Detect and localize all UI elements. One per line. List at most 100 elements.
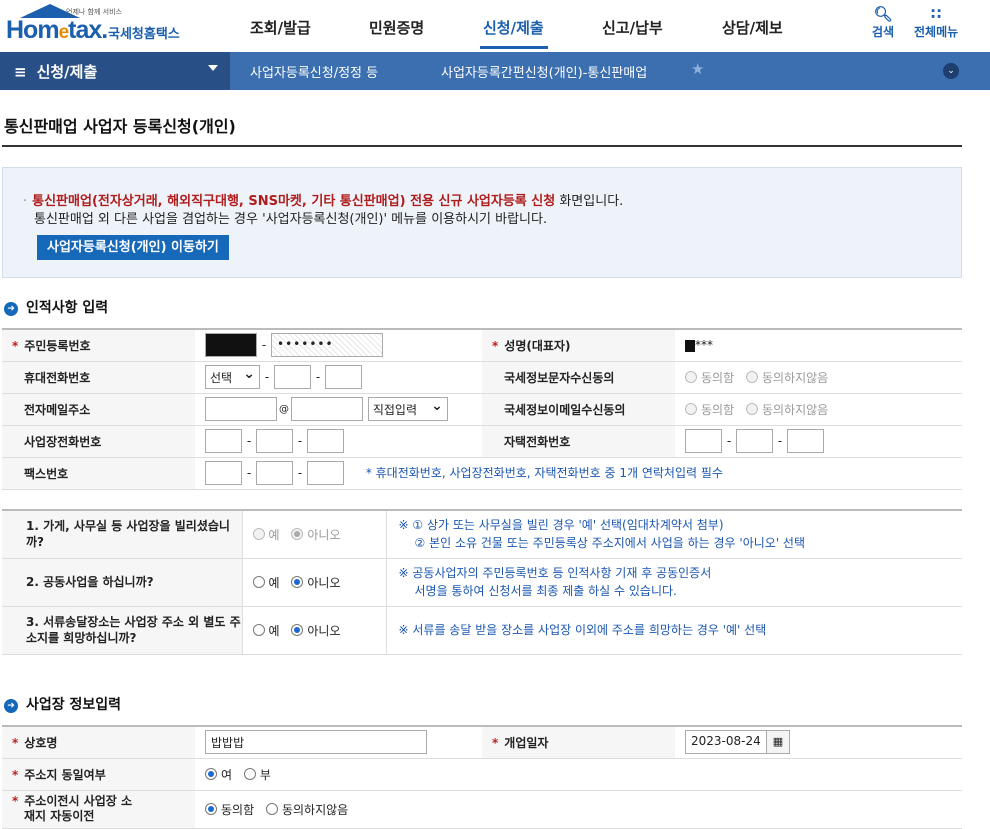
notice-line1-tail: 화면입니다. (555, 194, 624, 209)
email-disagree-radio[interactable] (745, 402, 758, 415)
breadcrumb-item-1[interactable]: 사업자등록신청/정정 등 (250, 62, 378, 81)
table-row: 사업장전화번호 -- 자택전화번호 -- (2, 425, 962, 458)
question-3-yes-radio[interactable] (252, 623, 265, 636)
question-1-yes-label: 예 (268, 527, 280, 542)
homephone-label-cell: 자택전화번호 (482, 425, 675, 458)
same-address-no-radio[interactable] (243, 767, 256, 780)
question-1-no-radio[interactable] (291, 527, 304, 540)
auto-move-cell: 동의함 동의하지않음 (195, 790, 962, 829)
mobile-last-input[interactable] (325, 365, 362, 389)
sms-agree-radio[interactable] (685, 370, 697, 383)
title-divider (2, 145, 962, 147)
homephone-3-input[interactable] (787, 429, 824, 453)
fax-label-cell: 팩스번호 (2, 457, 195, 490)
auto-move-agree-label: 동의함 (221, 802, 255, 817)
question-2-options: 예 아니오 (241, 558, 386, 607)
auto-move-label: 주소이전시 사업장 소재지 자동이전 (24, 794, 132, 823)
logo-wordmark: Hometax. (6, 16, 108, 45)
auto-move-disagree-radio[interactable] (265, 802, 278, 815)
bizphone-3-input[interactable] (307, 429, 344, 453)
rrn-back-input[interactable]: ••••••• (271, 333, 383, 358)
trade-name-input[interactable]: 밥밥밥 (205, 730, 427, 755)
same-address-cell: 여 부 (195, 758, 962, 791)
fax-3-input[interactable] (307, 461, 344, 485)
mobile-mid-input[interactable] (274, 365, 311, 389)
chevron-down-icon[interactable]: ⌄ (943, 63, 959, 79)
email-id-input[interactable] (205, 397, 277, 421)
email-agree-radio[interactable] (685, 402, 697, 415)
email-consent-label: 국세정보이메일수신동의 (504, 402, 626, 417)
questions-table: 1. 가게, 사무실 등 사업장을 빌리셨습니까? 예 아니오 ※ ① 상가 또… (2, 509, 962, 655)
allmenu-label: 전체메뉴 (914, 25, 959, 39)
name-label-cell: * 성명(대표자) (482, 329, 675, 362)
section-business-info-title: ➜ 사업장 정보입력 (4, 694, 121, 714)
nav-filing[interactable]: 신고/납부 (602, 17, 663, 38)
nav-apply[interactable]: 신청/제출 (483, 17, 544, 38)
name-redaction (685, 339, 695, 352)
sms-consent-cell: 동의함 동의하지않음 (675, 361, 962, 394)
section2-title-text: 사업장 정보입력 (26, 697, 122, 713)
fax-label: 팩스번호 (24, 466, 69, 481)
question-2-no-label: 아니오 (307, 575, 341, 590)
required-mark: * (12, 338, 19, 353)
email-domain-select[interactable]: 직접입력 (367, 397, 448, 421)
question-3-note-1: ※ 서류를 송달 받을 장소를 사업장 이외에 주소를 희망하는 경우 '예' … (398, 623, 767, 637)
nav-inquiry[interactable]: 조회/발급 (250, 17, 311, 38)
caret-down-icon (208, 65, 218, 71)
search-button[interactable]: 🔍︎ 검색 (872, 5, 894, 40)
question-1-yes-radio[interactable] (252, 527, 265, 540)
email-domain-input[interactable] (291, 397, 363, 421)
mobile-cell: 선택-- (195, 361, 482, 394)
auto-move-agree-radio[interactable] (205, 802, 217, 815)
name-label: 성명(대표자) (504, 338, 571, 353)
personal-info-table: *주민등록번호 -••••••• *성명(대표자) *** 휴대전화번호 선택-… (2, 328, 962, 490)
mobile-prefix-select[interactable]: 선택 (205, 365, 260, 389)
bizphone-2-input[interactable] (256, 429, 293, 453)
breadcrumb-bar: ≡ 신청/제출 사업자등록신청/정정 등 사업자등록간편신청(개인)-통신판매업 … (0, 52, 990, 90)
rrn-front-input[interactable] (205, 333, 257, 358)
question-2-yes-radio[interactable] (252, 575, 265, 588)
goto-general-registration-button[interactable]: 사업자등록신청(개인) 이동하기 (37, 235, 229, 260)
open-date-input[interactable]: 2023-08-24 (685, 730, 767, 755)
notice-line-1: · 통신판매업(전자상거래, 해외직구대행, SNS마켓, 기타 통신판매업) 전… (23, 190, 623, 209)
mobile-label: 휴대전화번호 (24, 370, 91, 385)
category-menu[interactable]: ≡ 신청/제출 (0, 52, 230, 90)
email-label-cell: 전자메일주소 (2, 393, 195, 426)
bizphone-label-cell: 사업장전화번호 (2, 425, 195, 458)
homephone-label: 자택전화번호 (504, 434, 571, 449)
calendar-icon[interactable]: ▦ (766, 730, 790, 755)
page-title: 통신판매업 사업자 등록신청(개인) (4, 117, 236, 136)
star-icon[interactable]: ★ (691, 60, 704, 78)
fax-1-input[interactable] (205, 461, 242, 485)
logo-word-b: tax. (68, 16, 108, 44)
name-value: *** (695, 338, 713, 353)
bizphone-label: 사업장전화번호 (24, 434, 102, 449)
sms-agree-label: 동의함 (701, 370, 735, 385)
email-agree-label: 동의함 (701, 402, 735, 417)
sms-disagree-radio[interactable] (745, 370, 758, 383)
allmenu-button[interactable]: ∷ 전체메뉴 (914, 5, 958, 40)
dash: - (297, 434, 303, 448)
homephone-2-input[interactable] (736, 429, 773, 453)
hometax-logo[interactable]: 언제나 함께 서비스 Hometax. 국세청홈택스 (4, 4, 184, 48)
fax-cell: - - * 휴대전화번호, 사업장전화번호, 자택전화번호 중 1개 연락처입력 … (195, 457, 962, 490)
same-address-yes-radio[interactable] (205, 767, 217, 780)
required-mark: * (492, 735, 499, 750)
nav-active-underline (480, 46, 548, 49)
question-2-no-radio[interactable] (291, 575, 304, 588)
fax-2-input[interactable] (256, 461, 293, 485)
site-header: 언제나 함께 서비스 Hometax. 국세청홈택스 조회/발급 민원증명 신청… (0, 0, 990, 52)
dash: - (264, 370, 270, 384)
bizphone-1-input[interactable] (205, 429, 242, 453)
nav-certificate[interactable]: 민원증명 (369, 17, 424, 38)
email-consent-label-cell: 국세정보이메일수신동의 (482, 393, 675, 426)
search-label: 검색 (872, 25, 895, 39)
question-3-no-radio[interactable] (291, 623, 304, 636)
nav-consult[interactable]: 상담/제보 (722, 17, 783, 38)
trade-name-cell: 밥밥밥 (195, 726, 482, 759)
homephone-1-input[interactable] (685, 429, 722, 453)
breadcrumb-item-2[interactable]: 사업자등록간편신청(개인)-통신판매업 (441, 62, 647, 81)
logo-word-a: Hom (6, 16, 60, 44)
contact-required-note: * 휴대전화번호, 사업장전화번호, 자택전화번호 중 1개 연락처입력 필수 (365, 465, 723, 480)
question-3-yes-label: 예 (268, 623, 280, 638)
